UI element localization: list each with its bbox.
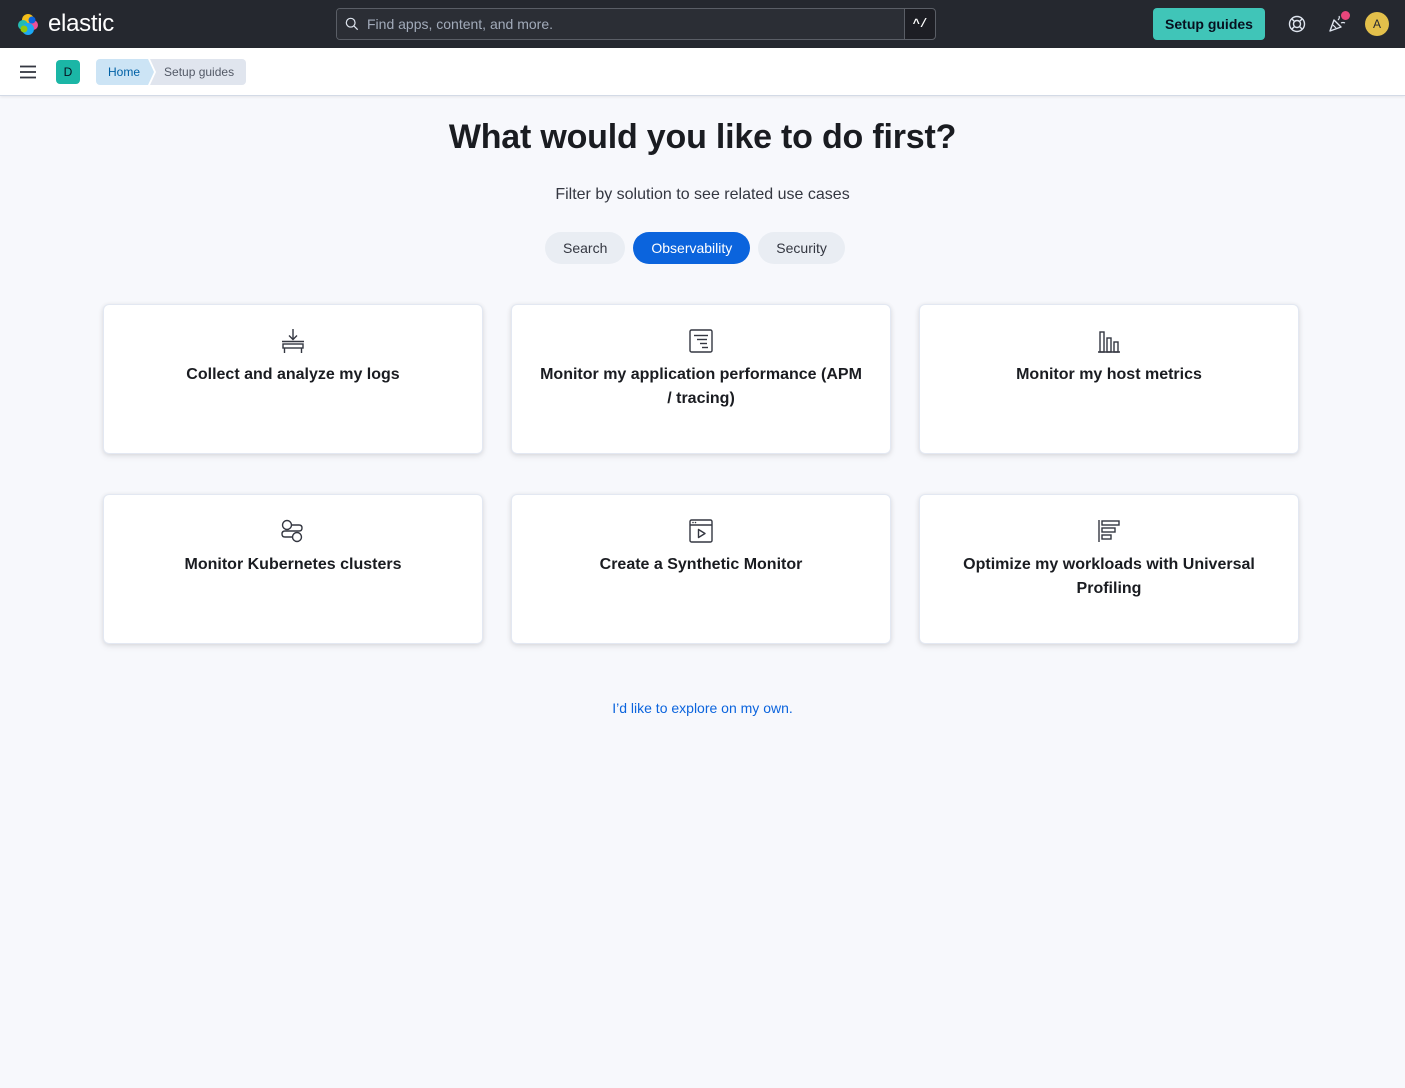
search-box <box>337 9 905 39</box>
card-title: Create a Synthetic Monitor <box>599 556 803 573</box>
page-title: What would you like to do first? <box>448 118 957 156</box>
filter-observability[interactable]: Observability <box>633 232 751 264</box>
card-host-metrics[interactable]: Monitor my host metrics <box>919 304 1299 454</box>
elastic-logo[interactable]: elastic <box>16 12 114 36</box>
search-icon <box>345 17 359 31</box>
profiling-icon <box>1098 520 1120 542</box>
explore-container: I’d like to explore on my own. <box>0 700 1405 718</box>
card-title: Optimize my workloads with Universal Pro… <box>963 556 1255 597</box>
kubernetes-icon <box>281 519 303 543</box>
search-shortcut-hint: ^/ <box>912 17 928 31</box>
global-search: ^/ <box>336 8 936 40</box>
search-input[interactable] <box>367 16 904 32</box>
card-title: Collect and analyze my logs <box>186 366 400 383</box>
page-subtitle: Filter by solution to see related use ca… <box>555 186 850 203</box>
card-title: Monitor Kubernetes clusters <box>184 556 402 573</box>
card-title: Monitor my application performance (APM … <box>540 366 862 407</box>
newsfeed-button[interactable] <box>1327 11 1350 34</box>
space-selector[interactable]: D <box>56 60 80 84</box>
filter-security[interactable]: Security <box>758 232 845 264</box>
card-synthetic-monitor[interactable]: Create a Synthetic Monitor <box>511 494 891 644</box>
breadcrumb: Home Setup guides <box>96 59 247 85</box>
breadcrumb-home[interactable]: Home <box>96 59 154 85</box>
card-title: Monitor my host metrics <box>1016 366 1202 383</box>
breadcrumb-setup-guides: Setup guides <box>150 59 247 85</box>
card-collect-logs[interactable]: Collect and analyze my logs <box>103 304 483 454</box>
card-universal-profiling[interactable]: Optimize my workloads with Universal Pro… <box>919 494 1299 644</box>
solution-filter-group: Search Observability Security <box>545 232 845 264</box>
logs-icon <box>282 329 304 353</box>
elastic-logo-icon <box>18 14 38 35</box>
explore-on-my-own-link[interactable]: I’d like to explore on my own. <box>612 700 793 716</box>
notification-dot <box>1341 11 1350 20</box>
top-header: elastic ^/ Setup guides A <box>0 0 1405 48</box>
card-kubernetes[interactable]: Monitor Kubernetes clusters <box>103 494 483 644</box>
help-icon[interactable] <box>1287 14 1307 34</box>
apm-icon <box>689 329 713 353</box>
user-avatar[interactable]: A <box>1365 12 1389 36</box>
card-monitor-apm[interactable]: Monitor my application performance (APM … <box>511 304 891 454</box>
brand-name: elastic <box>48 10 114 37</box>
hamburger-menu-icon[interactable] <box>18 62 38 82</box>
synthetics-icon <box>689 519 713 543</box>
setup-guides-button[interactable]: Setup guides <box>1153 8 1265 40</box>
metrics-icon <box>1098 331 1120 353</box>
filter-search[interactable]: Search <box>545 232 626 264</box>
